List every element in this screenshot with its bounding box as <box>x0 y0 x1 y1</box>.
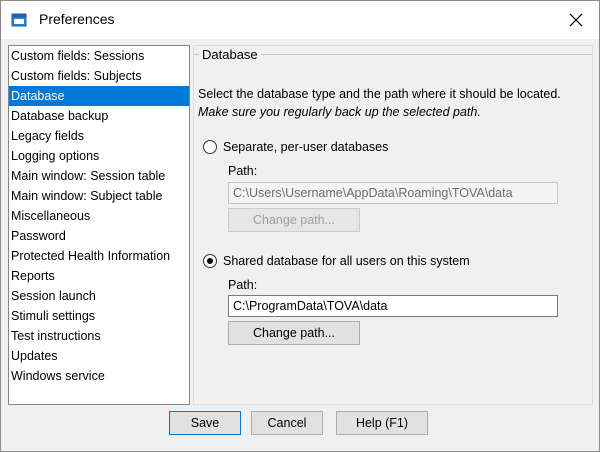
shared-path-field[interactable]: C:\ProgramData\TOVA\data <box>228 295 558 317</box>
separate-databases-radio[interactable]: Separate, per-user databases <box>203 140 388 154</box>
change-path-button-disabled[interactable]: Change path... <box>228 208 360 232</box>
radio-button-checked[interactable] <box>203 254 217 268</box>
close-icon <box>569 13 583 27</box>
sidebar-item-session-launch[interactable]: Session launch <box>9 286 189 306</box>
sidebar-item-protected-health-information[interactable]: Protected Health Information <box>9 246 189 266</box>
sidebar-item-reports[interactable]: Reports <box>9 266 189 286</box>
sidebar-item-updates[interactable]: Updates <box>9 346 189 366</box>
sidebar-item-stimuli-settings[interactable]: Stimuli settings <box>9 306 189 326</box>
separate-path-field[interactable]: C:\Users\Username\AppData\Roaming\TOVA\d… <box>228 182 558 204</box>
database-description: Select the database type and the path wh… <box>198 85 588 121</box>
radio-button-unchecked[interactable] <box>203 140 217 154</box>
sidebar-item-custom-fields-subjects[interactable]: Custom fields: Subjects <box>9 66 189 86</box>
sidebar-item-database[interactable]: Database <box>9 86 189 106</box>
sidebar-item-main-window-subject-table[interactable]: Main window: Subject table <box>9 186 189 206</box>
shared-database-label: Shared database for all users on this sy… <box>223 254 470 268</box>
sidebar-item-main-window-session-table[interactable]: Main window: Session table <box>9 166 189 186</box>
window-title: Preferences <box>39 11 115 27</box>
path-label-shared: Path: <box>228 278 258 292</box>
sidebar-item-custom-fields-sessions[interactable]: Custom fields: Sessions <box>9 46 189 66</box>
separate-databases-label: Separate, per-user databases <box>223 140 389 154</box>
change-path-button[interactable]: Change path... <box>228 321 360 345</box>
database-settings-panel: Database Select the database type and th… <box>193 45 593 405</box>
sidebar-item-test-instructions[interactable]: Test instructions <box>9 326 189 346</box>
title-bar: Preferences <box>1 1 599 39</box>
preferences-window: Preferences Custom fields: Sessions Cust… <box>0 0 600 452</box>
group-title: Database <box>199 47 261 62</box>
sidebar-item-legacy-fields[interactable]: Legacy fields <box>9 126 189 146</box>
sidebar-item-logging-options[interactable]: Logging options <box>9 146 189 166</box>
help-button[interactable]: Help (F1) <box>336 411 428 435</box>
description-text: Select the database type and the path wh… <box>198 87 561 101</box>
description-italic-text: Make sure you regularly back up the sele… <box>198 105 481 119</box>
sidebar-item-password[interactable]: Password <box>9 226 189 246</box>
save-button[interactable]: Save <box>169 411 241 435</box>
path-label-separate: Path: <box>228 164 258 178</box>
shared-database-radio[interactable]: Shared database for all users on this sy… <box>203 254 470 268</box>
sidebar-item-windows-service[interactable]: Windows service <box>9 366 189 386</box>
close-button[interactable] <box>553 1 599 39</box>
app-window-icon <box>11 13 27 27</box>
sidebar-item-miscellaneous[interactable]: Miscellaneous <box>9 206 189 226</box>
preferences-category-list[interactable]: Custom fields: Sessions Custom fields: S… <box>8 45 190 405</box>
cancel-button[interactable]: Cancel <box>251 411 323 435</box>
sidebar-item-database-backup[interactable]: Database backup <box>9 106 189 126</box>
